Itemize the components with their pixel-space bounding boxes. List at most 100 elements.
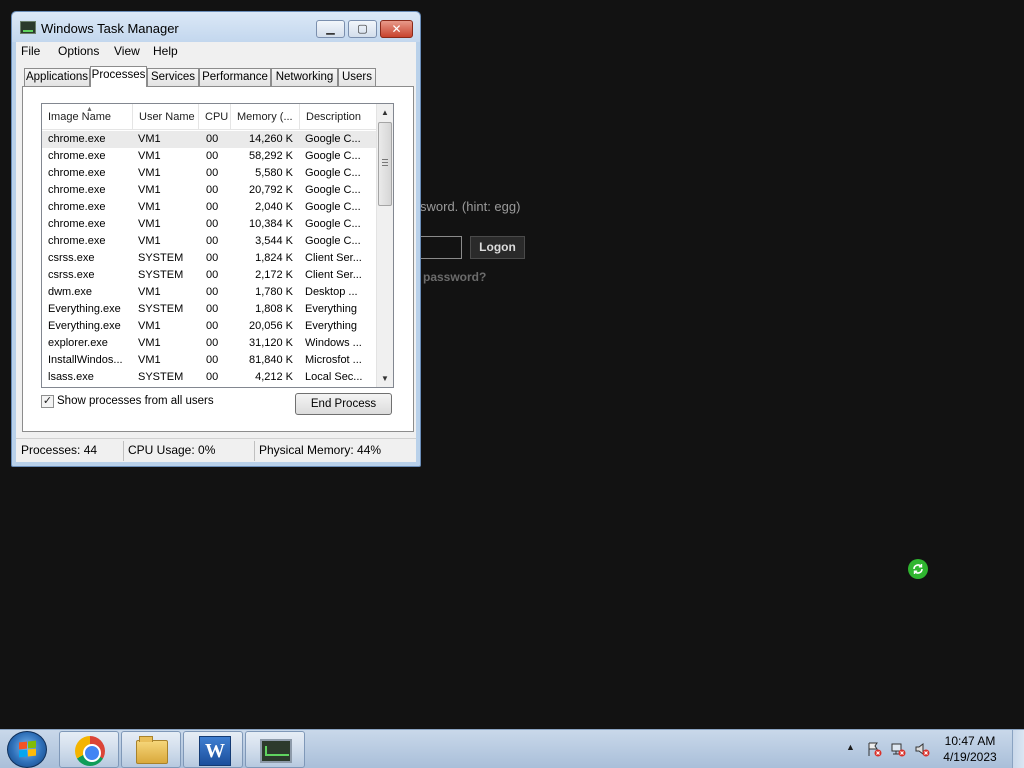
- maximize-button[interactable]: ▢: [348, 20, 377, 38]
- table-row[interactable]: chrome.exe VM1 00 2,040 K Google C...: [42, 199, 376, 216]
- window-title: Windows Task Manager: [41, 21, 179, 36]
- column-description[interactable]: Description: [300, 104, 376, 130]
- grip-icon: [382, 159, 388, 166]
- end-process-button[interactable]: End Process: [295, 393, 392, 415]
- column-memory[interactable]: Memory (...: [231, 104, 300, 130]
- process-memory: 81,840 K: [248, 354, 293, 366]
- table-row[interactable]: chrome.exe VM1 00 58,292 K Google C...: [42, 148, 376, 165]
- show-hidden-icons-icon[interactable]: ▲: [846, 742, 855, 752]
- process-cpu: 00: [206, 218, 219, 230]
- process-description: Local Sec...: [305, 371, 363, 383]
- process-description: Google C...: [305, 201, 361, 213]
- table-row[interactable]: chrome.exe VM1 00 20,792 K Google C...: [42, 182, 376, 199]
- list-body: chrome.exe VM1 00 14,260 K Google C... chrome…: [42, 131, 376, 386]
- process-description: Google C...: [305, 167, 361, 179]
- process-memory: 10,384 K: [248, 218, 293, 230]
- process-cpu: 00: [206, 371, 219, 383]
- close-button[interactable]: ✕: [380, 20, 413, 38]
- process-description: Client Ser...: [305, 252, 362, 264]
- sort-ascending-icon: ▲: [86, 106, 93, 113]
- scroll-down-icon[interactable]: ▼: [377, 370, 393, 387]
- clock-date[interactable]: 4/19/2023: [930, 750, 1010, 764]
- process-name: chrome.exe: [48, 235, 106, 247]
- column-image-name[interactable]: ▲ Image Name: [42, 104, 133, 130]
- menu-help[interactable]: Help: [153, 44, 178, 58]
- process-memory: 2,172 K: [255, 269, 293, 281]
- process-list[interactable]: ▲ Image Name User Name CPU Memory (... D…: [41, 103, 394, 388]
- process-name: chrome.exe: [48, 201, 106, 213]
- menu-view[interactable]: View: [114, 44, 140, 58]
- table-row[interactable]: dwm.exe VM1 00 1,780 K Desktop ...: [42, 284, 376, 301]
- process-name: chrome.exe: [48, 150, 106, 162]
- column-cpu[interactable]: CPU: [199, 104, 231, 130]
- process-description: Google C...: [305, 184, 361, 196]
- process-user: VM1: [138, 133, 161, 145]
- tab-networking[interactable]: Networking: [271, 68, 338, 86]
- title-bar[interactable]: Windows Task Manager ▁ ▢ ✕: [12, 12, 420, 42]
- tab-applications[interactable]: Applications: [24, 68, 90, 86]
- taskbar-word[interactable]: W: [183, 731, 243, 768]
- task-manager-window: Windows Task Manager ▁ ▢ ✕ File Options …: [11, 11, 421, 467]
- process-description: Everything: [305, 320, 357, 332]
- table-row[interactable]: lsass.exe SYSTEM 00 4,212 K Local Sec...: [42, 369, 376, 386]
- tab-users[interactable]: Users: [338, 68, 376, 86]
- refresh-icon[interactable]: [908, 559, 928, 579]
- process-user: VM1: [138, 218, 161, 230]
- tab-strip: Applications Processes Services Performa…: [22, 66, 414, 87]
- action-center-flag-icon[interactable]: [866, 741, 882, 757]
- menu-file[interactable]: File: [21, 44, 40, 58]
- tab-processes[interactable]: Processes: [90, 66, 147, 87]
- password-hint-text: sword. (hint: egg): [420, 199, 521, 214]
- minimize-button[interactable]: ▁: [316, 20, 345, 38]
- table-row[interactable]: csrss.exe SYSTEM 00 2,172 K Client Ser...: [42, 267, 376, 284]
- process-user: VM1: [138, 184, 161, 196]
- table-row[interactable]: Everything.exe VM1 00 20,056 K Everything: [42, 318, 376, 335]
- chrome-icon: [75, 736, 105, 766]
- taskbar-explorer[interactable]: [121, 731, 181, 768]
- table-row[interactable]: csrss.exe SYSTEM 00 1,824 K Client Ser...: [42, 250, 376, 267]
- network-icon[interactable]: [890, 741, 906, 757]
- process-cpu: 00: [206, 337, 219, 349]
- process-user: VM1: [138, 286, 161, 298]
- show-all-users-checkbox[interactable]: ✓: [41, 395, 54, 408]
- logon-button[interactable]: Logon: [470, 236, 525, 259]
- column-user-name[interactable]: User Name: [133, 104, 199, 130]
- table-row[interactable]: chrome.exe VM1 00 10,384 K Google C...: [42, 216, 376, 233]
- volume-icon[interactable]: [914, 741, 930, 757]
- menu-options[interactable]: Options: [58, 44, 99, 58]
- status-cpu-usage: CPU Usage: 0%: [128, 443, 216, 457]
- process-memory: 20,792 K: [248, 184, 293, 196]
- table-row[interactable]: chrome.exe VM1 00 5,580 K Google C...: [42, 165, 376, 182]
- process-memory: 1,824 K: [255, 252, 293, 264]
- table-row[interactable]: chrome.exe VM1 00 14,260 K Google C...: [42, 131, 376, 148]
- forgot-password-link[interactable]: password?: [423, 270, 486, 284]
- process-user: VM1: [138, 320, 161, 332]
- show-all-users-label[interactable]: Show processes from all users: [57, 395, 214, 407]
- taskbar-chrome[interactable]: [59, 731, 119, 768]
- process-cpu: 00: [206, 235, 219, 247]
- password-field[interactable]: [414, 236, 462, 259]
- table-row[interactable]: explorer.exe VM1 00 31,120 K Windows ...: [42, 335, 376, 352]
- taskbar-task-manager[interactable]: [245, 731, 305, 768]
- scroll-thumb[interactable]: [378, 122, 392, 206]
- process-description: Desktop ...: [305, 286, 358, 298]
- process-name: Everything.exe: [48, 320, 121, 332]
- process-memory: 14,260 K: [248, 133, 293, 145]
- process-memory: 31,120 K: [248, 337, 293, 349]
- vertical-scrollbar[interactable]: ▲ ▼: [376, 104, 393, 387]
- scroll-up-icon[interactable]: ▲: [377, 104, 393, 121]
- tab-services[interactable]: Services: [147, 68, 199, 86]
- list-header: ▲ Image Name User Name CPU Memory (... D…: [42, 104, 376, 130]
- process-cpu: 00: [206, 133, 219, 145]
- tab-performance[interactable]: Performance: [199, 68, 271, 86]
- process-memory: 3,544 K: [255, 235, 293, 247]
- process-user: VM1: [138, 235, 161, 247]
- table-row[interactable]: chrome.exe VM1 00 3,544 K Google C...: [42, 233, 376, 250]
- table-row[interactable]: Everything.exe SYSTEM 00 1,808 K Everything: [42, 301, 376, 318]
- table-row[interactable]: InstallWindos... VM1 00 81,840 K Microsfot .…: [42, 352, 376, 369]
- maximize-icon: ▢: [357, 23, 368, 35]
- start-button[interactable]: [7, 731, 47, 768]
- process-name: dwm.exe: [48, 286, 93, 298]
- show-desktop-button[interactable]: [1012, 730, 1024, 768]
- clock-time[interactable]: 10:47 AM: [930, 734, 1010, 748]
